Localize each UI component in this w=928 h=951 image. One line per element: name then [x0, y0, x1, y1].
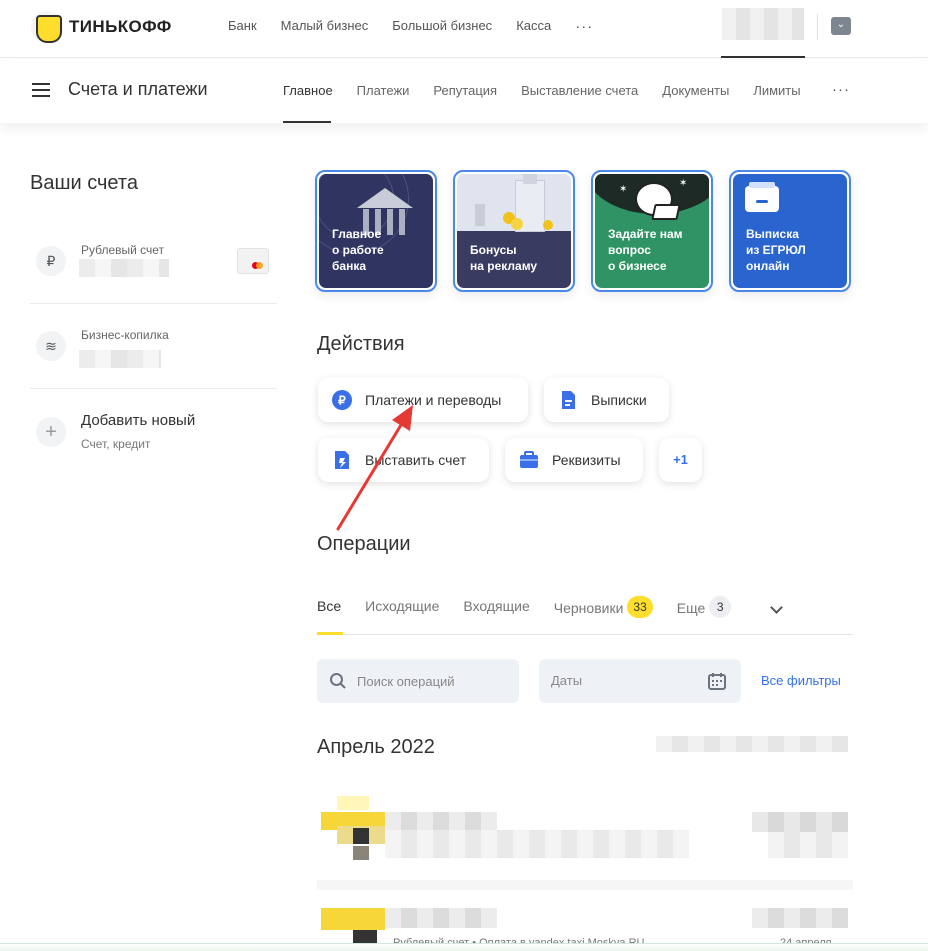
account-name: Бизнес-копилка	[81, 328, 169, 342]
top-nav-small-business[interactable]: Малый бизнес	[281, 18, 369, 35]
drafts-count-badge: 33	[627, 596, 653, 618]
account-balance-redacted	[79, 259, 169, 277]
story-line: о работе	[332, 243, 384, 257]
story-line: вопрос	[608, 243, 651, 257]
top-nav-more-icon[interactable]: ···	[575, 18, 593, 35]
tab-documents[interactable]: Документы	[662, 83, 729, 98]
tab-incoming[interactable]: Входящие	[463, 598, 529, 620]
dates-picker[interactable]: Даты	[539, 659, 741, 703]
tab-invoicing[interactable]: Выставление счета	[521, 83, 638, 98]
story-ask-question[interactable]: ✶ ✶ Задайте нам вопрос о бизнесе	[591, 170, 713, 292]
section-tabs-more-icon[interactable]: ···	[832, 81, 850, 98]
story-ad-bonuses[interactable]: Бонусы на рекламу	[453, 170, 575, 292]
hamburger-menu-icon[interactable]	[32, 83, 50, 97]
button-label: Платежи и переводы	[365, 392, 502, 408]
tab-payments[interactable]: Платежи	[357, 83, 410, 98]
operations-title: Операции	[317, 533, 411, 555]
ruble-icon: ₽	[36, 246, 66, 276]
story-line: Главное	[332, 227, 382, 241]
more-actions-button[interactable]: +1	[659, 438, 702, 482]
invoice-icon	[335, 451, 349, 469]
operations-search[interactable]	[317, 659, 519, 703]
story-line: Задайте нам	[608, 227, 683, 241]
document-icon	[562, 391, 575, 409]
folder-icon	[745, 186, 779, 212]
accounts-title: Ваши счета	[30, 172, 138, 194]
user-active-underline	[721, 56, 805, 58]
story-egrul-extract[interactable]: Выписка из ЕГРЮЛ онлайн	[729, 170, 851, 292]
briefcase-icon	[520, 451, 538, 468]
mastercard-card-icon[interactable]	[237, 248, 269, 274]
operations-tabs: Все Исходящие Входящие Черновики 33 Еще 3	[317, 596, 755, 620]
story-bank-main[interactable]: Главное о работе банка	[315, 170, 437, 292]
plus-icon: +	[36, 417, 66, 447]
active-tab-underline	[283, 121, 331, 123]
section-title: Счета и платежи	[68, 79, 208, 99]
taskbar-strip	[0, 943, 928, 951]
calendar-icon[interactable]	[707, 671, 727, 691]
payments-transfers-button[interactable]: ₽ Платежи и переводы	[318, 378, 528, 422]
actions-title: Действия	[317, 333, 405, 355]
section-navigation-bar: Счета и платежи Главное Платежи Репутаци…	[0, 59, 928, 123]
tab-drafts[interactable]: Черновики 33	[553, 596, 653, 620]
requisites-button[interactable]: Реквизиты	[505, 438, 643, 482]
story-line: онлайн	[746, 259, 790, 273]
tab-reputation[interactable]: Репутация	[433, 83, 497, 98]
tab-outgoing[interactable]: Исходящие	[365, 598, 439, 620]
tab-all[interactable]: Все	[317, 598, 341, 620]
top-nav-bank[interactable]: Банк	[228, 18, 257, 35]
all-filters-link[interactable]: Все фильтры	[761, 673, 841, 688]
divider	[30, 303, 277, 304]
top-navigation-bar: ТИНЬКОФФ Банк Малый бизнес Большой бизне…	[0, 0, 928, 58]
user-name-redacted[interactable]	[722, 8, 804, 40]
search-icon	[330, 673, 346, 689]
tab-more[interactable]: Еще 3	[676, 596, 732, 620]
divider	[30, 388, 277, 389]
tab-limits[interactable]: Лимиты	[753, 83, 800, 98]
story-line: банка	[332, 259, 367, 273]
dates-label: Даты	[551, 673, 583, 688]
divider	[817, 14, 818, 40]
account-name: Рублевый счет	[81, 243, 165, 257]
tab-more-label: Еще	[676, 600, 706, 616]
statements-button[interactable]: Выписки	[544, 378, 669, 422]
button-label: Реквизиты	[552, 452, 621, 468]
issue-invoice-button[interactable]: Выставить счет	[318, 438, 489, 482]
story-line: Бонусы	[470, 243, 517, 257]
story-line: о бизнесе	[608, 259, 667, 273]
search-input[interactable]	[357, 659, 512, 703]
svg-text:₽: ₽	[338, 394, 346, 408]
active-tab-underline	[317, 632, 343, 635]
month-total-redacted	[656, 736, 848, 752]
section-tabs: Главное Платежи Репутация Выставление сч…	[283, 83, 825, 98]
story-line: Выписка	[746, 227, 799, 241]
logo-text: ТИНЬКОФФ	[69, 17, 172, 36]
button-label: Выписки	[591, 392, 647, 408]
tabs-divider	[317, 634, 853, 635]
add-account-subtitle: Счет, кредит	[81, 437, 151, 451]
tab-drafts-label: Черновики	[553, 600, 624, 616]
coins-icon: ≋	[36, 331, 66, 361]
tab-main[interactable]: Главное	[283, 83, 333, 98]
tinkoff-shield-icon	[31, 11, 63, 43]
top-nav: Банк Малый бизнес Большой бизнес Касса ·…	[228, 18, 617, 35]
story-line: из ЕГРЮЛ	[746, 243, 806, 257]
ruble-circle-icon: ₽	[332, 390, 352, 410]
add-account-title: Добавить новый	[81, 412, 196, 429]
button-label: Выставить счет	[365, 452, 467, 468]
profile-dropdown-icon[interactable]: ⌄	[831, 17, 851, 35]
month-header: Апрель 2022	[317, 736, 435, 758]
tinkoff-logo[interactable]: ТИНЬКОФФ	[31, 11, 172, 43]
more-count-badge: 3	[709, 596, 732, 618]
top-nav-big-business[interactable]: Большой бизнес	[392, 18, 492, 35]
account-balance-redacted	[79, 350, 161, 368]
divider	[317, 880, 853, 890]
story-line: на рекламу	[470, 259, 538, 273]
chevron-down-icon[interactable]	[770, 601, 783, 614]
top-nav-kassa[interactable]: Касса	[516, 18, 551, 35]
